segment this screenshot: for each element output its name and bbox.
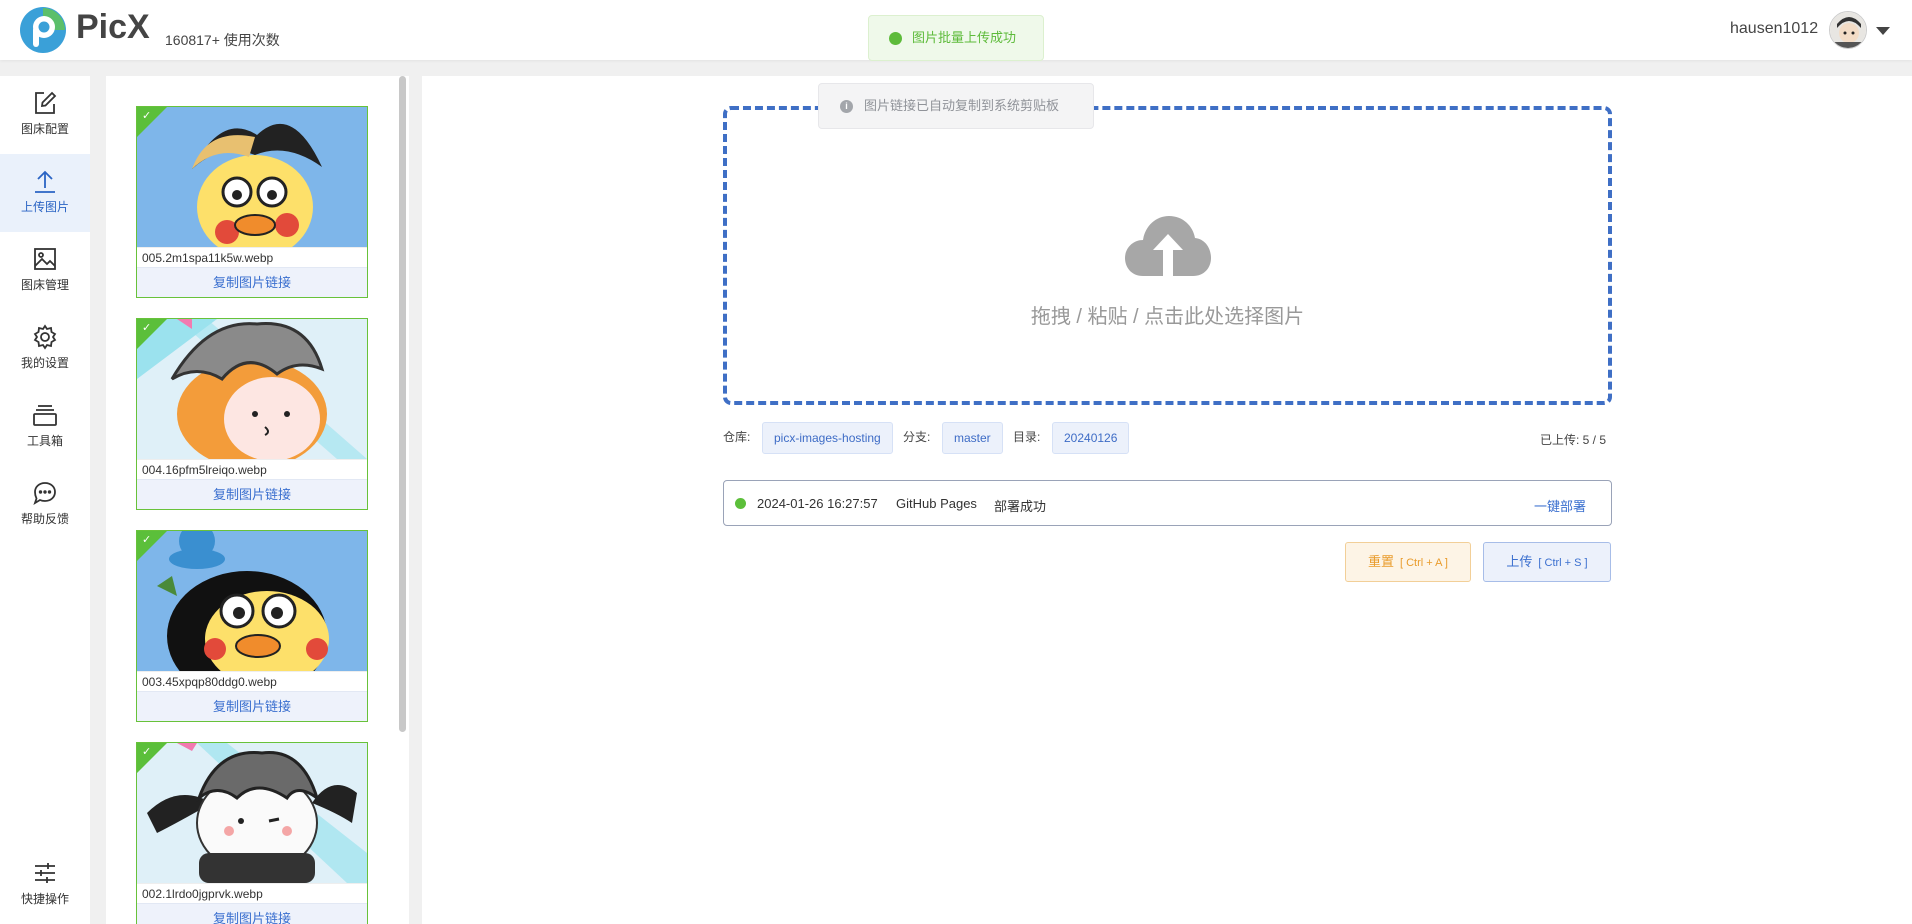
nav-label: 快捷操作 bbox=[20, 892, 69, 906]
uploaded-image-card: ✓ 004.16pfm5lreiqo.webp 复制图片链接 bbox=[136, 318, 368, 510]
check-icon: ✓ bbox=[142, 534, 152, 546]
chat-icon bbox=[33, 482, 56, 506]
deploy-time: 2024-01-26 16:27:57 bbox=[757, 496, 878, 511]
branch-label: 分支: bbox=[903, 430, 931, 444]
image-dropzone[interactable]: 拖拽 / 粘贴 / 点击此处选择图片 bbox=[723, 106, 1612, 405]
toolbox-icon bbox=[33, 405, 57, 426]
one-click-deploy-button[interactable]: 一键部署 bbox=[1534, 496, 1586, 515]
picx-logo-icon[interactable] bbox=[19, 6, 67, 54]
nav-item-toolbox[interactable]: 工具箱 bbox=[0, 388, 90, 466]
branch-tag[interactable]: master bbox=[942, 422, 1003, 454]
check-icon: ✓ bbox=[142, 746, 152, 758]
uploaded-image-card: ✓ 002.1lrdo0jgprvk.webp 复制图片链接 bbox=[136, 742, 368, 924]
repo-tag[interactable]: picx-images-hosting bbox=[762, 422, 893, 454]
gear-icon bbox=[33, 324, 57, 350]
nav-item-image-host-config[interactable]: 图床配置 bbox=[0, 76, 90, 154]
deploy-status-text: 部署成功 bbox=[994, 499, 1047, 514]
image-thumbnail[interactable] bbox=[137, 743, 367, 883]
image-filename: 004.16pfm5lreiqo.webp bbox=[137, 459, 367, 479]
username[interactable]: hausen1012 bbox=[1730, 20, 1818, 38]
cloud-upload-icon bbox=[1125, 216, 1211, 276]
nav-item-help-feedback[interactable]: 帮助反馈 bbox=[0, 466, 90, 544]
upload-shortcut: [ Ctrl + S ] bbox=[1538, 557, 1588, 569]
upload-button[interactable]: 上传 [ Ctrl + S ] bbox=[1483, 542, 1611, 582]
nav-label: 我的设置 bbox=[20, 356, 69, 370]
upload-icon bbox=[35, 170, 55, 193]
success-check-icon bbox=[889, 32, 902, 45]
copy-image-link-button[interactable]: 复制图片链接 bbox=[137, 479, 367, 509]
upload-count: 已上传: 5 / 5 bbox=[1540, 433, 1607, 447]
image-thumbnail[interactable] bbox=[137, 531, 367, 671]
sliders-icon bbox=[35, 863, 55, 883]
reset-button[interactable]: 重置 [ Ctrl + A ] bbox=[1345, 542, 1471, 582]
reset-shortcut: [ Ctrl + A ] bbox=[1400, 557, 1448, 569]
info-icon: i bbox=[840, 100, 853, 113]
repo-label: 仓库: bbox=[723, 430, 751, 444]
image-icon bbox=[34, 248, 56, 270]
deploy-target: GitHub Pages bbox=[896, 496, 977, 511]
reset-button-label: 重置 bbox=[1367, 554, 1394, 569]
sidebar-nav: 图床配置 上传图片 图床管理 我的设置 工具箱 帮助反馈 快捷操作 bbox=[0, 76, 90, 924]
nav-label: 工具箱 bbox=[26, 434, 63, 448]
toast-message: 图片批量上传成功 bbox=[912, 30, 1017, 45]
uploaded-image-card: ✓ 005.2m1spa11k5w.webp 复制图片链接 bbox=[136, 106, 368, 298]
image-thumbnail[interactable] bbox=[137, 107, 367, 247]
deploy-status-bar: 2024-01-26 16:27:57 GitHub Pages 部署成功 一键… bbox=[723, 480, 1612, 526]
nav-item-my-settings[interactable]: 我的设置 bbox=[0, 310, 90, 388]
usage-count: 160817+ 使用次数 bbox=[165, 32, 280, 48]
brand-name: PicX bbox=[76, 8, 150, 46]
nav-label: 帮助反馈 bbox=[20, 512, 69, 526]
user-menu-chevron-down-icon[interactable] bbox=[1876, 27, 1890, 35]
deploy-status-dot bbox=[735, 498, 746, 509]
upload-button-label: 上传 bbox=[1506, 554, 1533, 569]
image-thumbnail[interactable] bbox=[137, 319, 367, 459]
nav-item-image-host-manage[interactable]: 图床管理 bbox=[0, 232, 90, 310]
image-filename: 005.2m1spa11k5w.webp bbox=[137, 247, 367, 267]
nav-item-quick-actions[interactable]: 快捷操作 bbox=[0, 846, 90, 924]
nav-label: 上传图片 bbox=[20, 200, 69, 214]
image-filename: 003.45xpqp80ddg0.webp bbox=[137, 671, 367, 691]
avatar[interactable] bbox=[1829, 11, 1867, 49]
uploaded-image-card: ✓ 003.45xpqp80ddg0.webp 复制图片链接 bbox=[136, 530, 368, 722]
nav-item-upload-image[interactable]: 上传图片 bbox=[0, 154, 90, 232]
toast-message: 图片链接已自动复制到系统剪贴板 bbox=[864, 98, 1060, 113]
check-icon: ✓ bbox=[142, 110, 152, 122]
copy-image-link-button[interactable]: 复制图片链接 bbox=[137, 267, 367, 297]
edit-icon bbox=[35, 91, 57, 114]
copy-image-link-button[interactable]: 复制图片链接 bbox=[137, 903, 367, 924]
dropzone-hint: 拖拽 / 粘贴 / 点击此处选择图片 bbox=[1030, 306, 1305, 328]
directory-label: 目录: bbox=[1013, 430, 1041, 444]
directory-tag[interactable]: 20240126 bbox=[1052, 422, 1130, 454]
nav-label: 图床管理 bbox=[20, 278, 69, 292]
upload-success-toast: 图片批量上传成功 bbox=[868, 15, 1044, 61]
image-list-scrollbar[interactable] bbox=[399, 76, 406, 732]
image-filename: 002.1lrdo0jgprvk.webp bbox=[137, 883, 367, 903]
nav-label: 图床配置 bbox=[20, 122, 69, 136]
copy-image-link-button[interactable]: 复制图片链接 bbox=[137, 691, 367, 721]
clipboard-info-toast: i 图片链接已自动复制到系统剪贴板 bbox=[818, 83, 1094, 129]
check-icon: ✓ bbox=[142, 322, 152, 334]
